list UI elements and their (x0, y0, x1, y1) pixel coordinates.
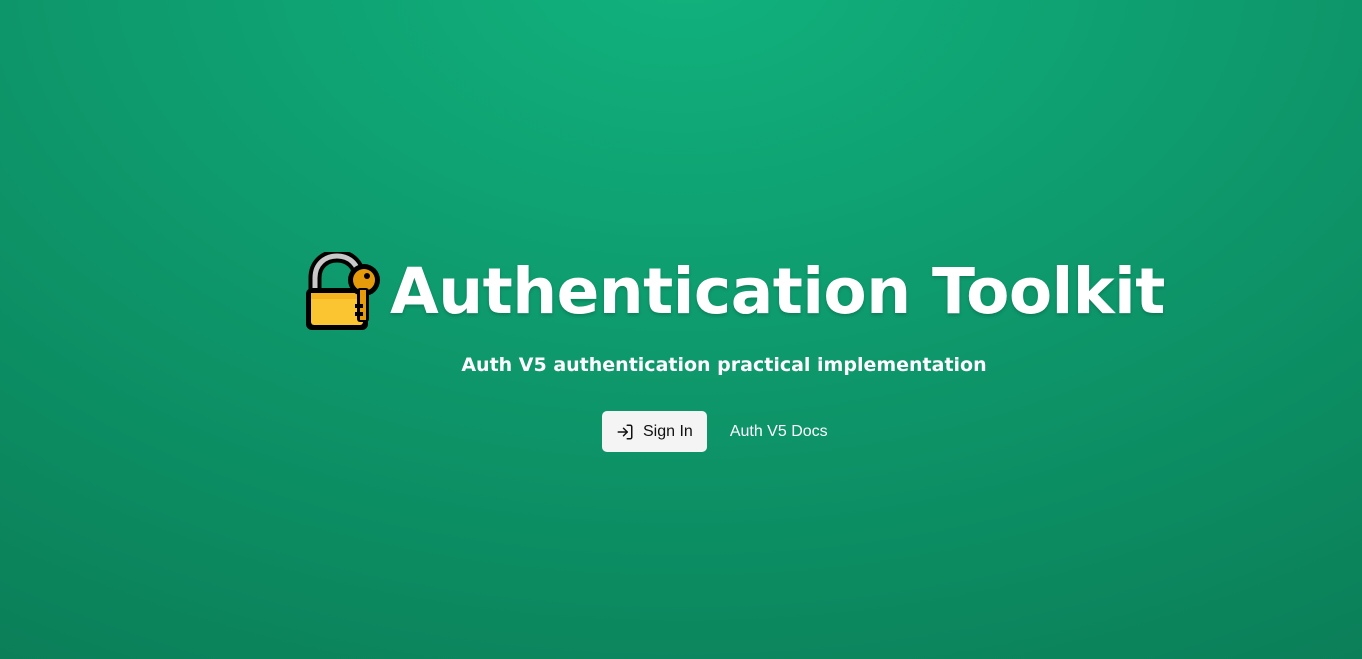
page-title: Authentication Toolkit (390, 255, 1165, 328)
hero-section: Authentication Toolkit Auth V5 authentic… (0, 0, 1362, 659)
locked-with-key-icon (306, 252, 380, 330)
hero-actions: Sign In Auth V5 Docs (602, 411, 828, 452)
title-row: Authentication Toolkit (303, 250, 1165, 334)
page-subtitle: Auth V5 authentication practical impleme… (461, 354, 987, 376)
auth-docs-link[interactable]: Auth V5 Docs (730, 423, 828, 441)
sign-in-label: Sign In (643, 422, 693, 440)
log-in-icon (617, 424, 633, 439)
sign-in-button[interactable]: Sign In (602, 411, 707, 452)
